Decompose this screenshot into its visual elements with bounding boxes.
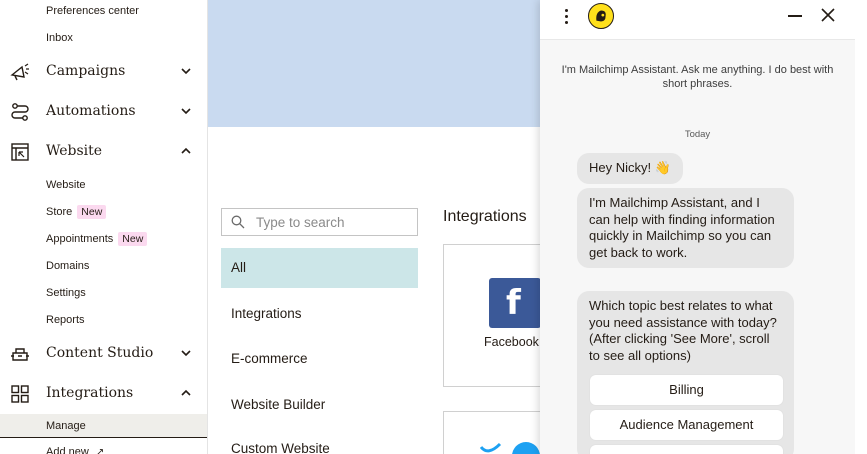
sidebar-section-campaigns[interactable]: Campaigns xyxy=(0,57,207,85)
sidebar-section-label: Content Studio xyxy=(46,345,154,361)
category-all[interactable]: All xyxy=(221,248,418,288)
search-box[interactable] xyxy=(221,208,418,236)
chat-message: Hey Nicky! 👋 xyxy=(577,153,683,184)
assistant-intro: I'm Mailchimp Assistant. Ask me anything… xyxy=(561,64,834,90)
sidebar-item-inbox[interactable]: Inbox xyxy=(46,31,73,45)
sidebar-item-label: Store xyxy=(46,206,73,218)
sidebar-item-settings[interactable]: Settings xyxy=(46,286,86,300)
sidebar-item-add-new[interactable]: Add new ↗ xyxy=(46,445,104,454)
sidebar-item-label: Manage xyxy=(46,420,86,432)
twitter-badge xyxy=(512,442,540,454)
assistant-chat-panel: I'm Mailchimp Assistant. Ask me anything… xyxy=(540,0,855,454)
sidebar-item-website[interactable]: Website xyxy=(46,178,86,192)
topic-button-billing[interactable]: Billing xyxy=(590,375,783,405)
category-e-commerce[interactable]: E-commerce xyxy=(221,339,418,379)
facebook-icon: f xyxy=(489,278,541,328)
divider xyxy=(0,437,207,438)
chevron-down-icon xyxy=(181,108,191,115)
scrollbar[interactable] xyxy=(855,0,867,454)
sidebar-item-domains[interactable]: Domains xyxy=(46,259,89,273)
chat-message: I'm Mailchimp Assistant, and I can help … xyxy=(577,188,794,268)
sidebar-section-label: Campaigns xyxy=(46,63,126,79)
sidebar-section-automations[interactable]: Automations xyxy=(0,97,207,125)
content-studio-icon xyxy=(11,348,29,361)
integration-card-twitter[interactable] xyxy=(443,411,553,454)
sidebar-section-integrations[interactable]: Integrations xyxy=(0,379,207,407)
chat-header xyxy=(540,0,855,40)
chevron-up-icon xyxy=(181,147,191,154)
sidebar-section-label: Automations xyxy=(46,103,136,119)
chevron-down-icon xyxy=(181,68,191,75)
sidebar-section-website[interactable]: Website xyxy=(0,137,207,165)
integration-card-label: Facebook xyxy=(484,335,539,349)
more-options-icon[interactable] xyxy=(564,6,570,28)
facebook-glyph: f xyxy=(506,283,521,323)
sidebar-item-manage[interactable]: Manage xyxy=(0,414,207,438)
website-icon xyxy=(11,143,29,161)
external-link-icon: ↗ xyxy=(95,447,105,454)
date-separator: Today xyxy=(684,129,711,140)
mailchimp-logo-icon xyxy=(588,3,614,29)
category-website-builder[interactable]: Website Builder xyxy=(221,385,418,425)
sidebar-item-label: Appointments xyxy=(46,233,114,245)
search-icon xyxy=(231,215,245,229)
megaphone-icon xyxy=(10,63,29,81)
category-integrations[interactable]: Integrations xyxy=(221,294,418,334)
twitter-icon xyxy=(480,442,502,453)
chevron-up-icon xyxy=(181,389,191,396)
sidebar-item-store[interactable]: Store New xyxy=(46,205,107,219)
close-icon[interactable] xyxy=(820,7,836,23)
section-heading: Integrations xyxy=(443,208,527,225)
search-input[interactable] xyxy=(256,212,411,232)
chat-message-text: Which topic best relates to what you nee… xyxy=(589,298,777,363)
topic-button-audience-management[interactable]: Audience Management xyxy=(590,410,783,440)
sidebar-section-content-studio[interactable]: Content Studio xyxy=(0,339,207,367)
new-badge: New xyxy=(77,205,107,219)
minimize-button[interactable] xyxy=(788,15,802,17)
new-badge: New xyxy=(118,232,148,246)
flow-icon xyxy=(11,103,29,121)
sidebar-item-label: Add new xyxy=(46,446,89,454)
grid-icon xyxy=(11,385,29,403)
category-custom-website[interactable]: Custom Website xyxy=(221,429,418,454)
sidebar-section-label: Integrations xyxy=(46,385,134,401)
topic-button[interactable] xyxy=(590,445,783,454)
sidebar-item-preferences-center[interactable]: Preferences center xyxy=(46,4,139,18)
sidebar-item-reports[interactable]: Reports xyxy=(46,313,85,327)
integration-card-facebook[interactable]: f Facebook xyxy=(443,244,553,387)
sidebar-section-label: Website xyxy=(46,143,103,159)
sidebar-item-appointments[interactable]: Appointments New xyxy=(46,232,148,246)
chevron-down-icon xyxy=(181,350,191,357)
sidebar: Preferences center Inbox Campaigns Autom… xyxy=(0,0,208,454)
